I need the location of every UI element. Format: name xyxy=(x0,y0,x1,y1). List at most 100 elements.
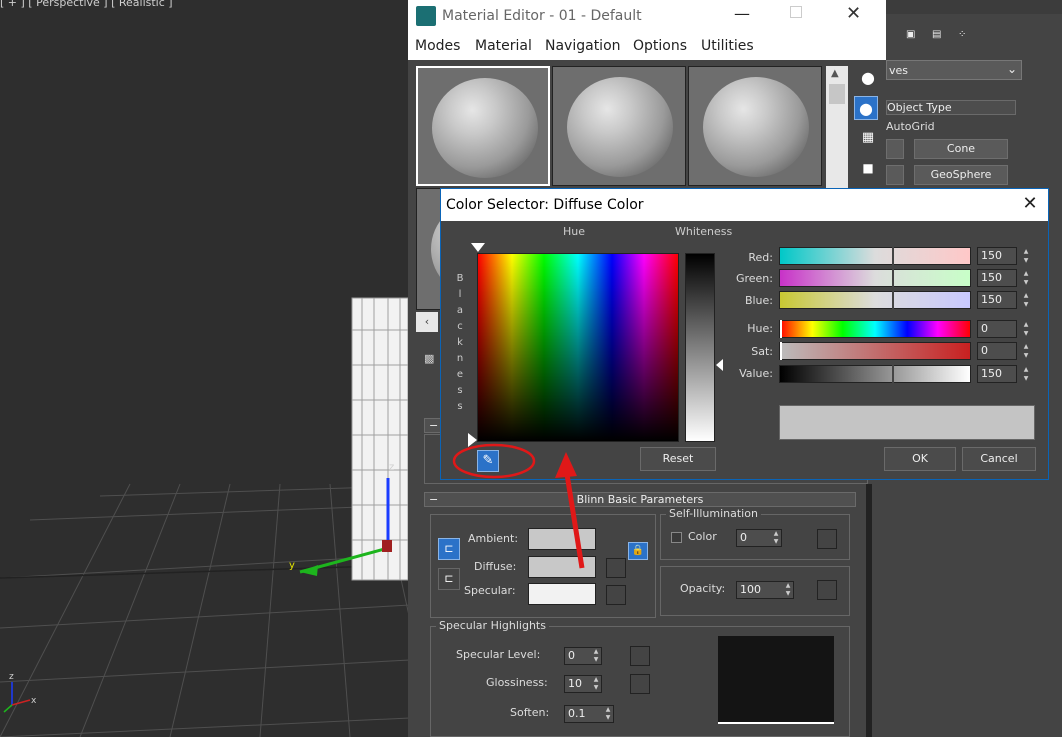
specular-level-map-button[interactable] xyxy=(630,646,650,666)
category-dropdown[interactable]: ves ⌄ xyxy=(886,60,1022,80)
spinner-arrows-icon[interactable]: ▲ ▼ xyxy=(1021,365,1031,383)
geosphere-button[interactable]: GeoSphere xyxy=(914,165,1008,185)
spinner-arrows-icon[interactable]: ▲ ▼ xyxy=(783,582,793,598)
hue-pointer-icon[interactable] xyxy=(471,243,485,252)
green-value: 150 xyxy=(981,271,1002,284)
cone-button[interactable]: Cone xyxy=(914,139,1008,159)
self-illumination-title: Self-Illumination xyxy=(666,507,761,520)
scroll-left-icon[interactable]: ‹ xyxy=(416,312,438,332)
glossiness-value: 10 xyxy=(568,677,582,690)
maximize-icon[interactable] xyxy=(790,6,802,18)
opacity-spinner[interactable]: 100 ▲ ▼ xyxy=(736,581,794,599)
value-spinner[interactable]: 150 xyxy=(977,365,1017,383)
background-checker-icon[interactable]: ▦ xyxy=(856,126,880,150)
red-spinner[interactable]: 150 xyxy=(977,247,1017,265)
menu-utilities[interactable]: Utilities xyxy=(701,38,754,54)
params-scrollbar[interactable] xyxy=(866,484,872,737)
self-illum-map-button[interactable] xyxy=(817,529,837,549)
hue-spinner[interactable]: 0 xyxy=(977,320,1017,338)
reset-button[interactable]: Reset xyxy=(640,447,716,471)
specular-color-swatch[interactable] xyxy=(528,583,596,605)
soften-spinner[interactable]: 0.1 ▲ ▼ xyxy=(564,705,614,723)
minimize-icon[interactable]: — xyxy=(734,4,750,23)
spinner-arrows-icon[interactable]: ▲ ▼ xyxy=(1021,269,1031,287)
specular-highlights-title: Specular Highlights xyxy=(436,619,549,632)
scroll-thumb[interactable] xyxy=(829,84,845,104)
hue-slider[interactable] xyxy=(779,320,971,338)
pin-stack-icon[interactable]: ▣ xyxy=(906,30,918,40)
box-button[interactable] xyxy=(886,139,904,159)
spinner-arrows-icon[interactable]: ▲ ▼ xyxy=(1021,291,1031,309)
spinner-arrows-icon[interactable]: ▲ ▼ xyxy=(591,648,601,664)
lock-icon[interactable]: 🔒 xyxy=(628,542,648,560)
sat-slider[interactable] xyxy=(779,342,971,360)
lock-diffuse-specular-icon[interactable]: ⊏ xyxy=(438,568,460,590)
spinner-arrows-icon[interactable]: ▲ ▼ xyxy=(1021,320,1031,338)
blue-slider[interactable] xyxy=(779,291,971,309)
red-slider[interactable] xyxy=(779,247,971,265)
sphere-button[interactable] xyxy=(886,165,904,185)
menu-material[interactable]: Material xyxy=(475,38,532,54)
lock-ambient-diffuse-icon[interactable]: ⊏ xyxy=(438,538,460,560)
ok-button[interactable]: OK xyxy=(884,447,956,471)
diffuse-map-button[interactable] xyxy=(606,558,626,578)
show-end-result-icon[interactable]: ▤ xyxy=(932,30,944,40)
whiteness-bar[interactable] xyxy=(685,253,715,442)
menu-navigation[interactable]: Navigation xyxy=(545,38,621,54)
opacity-map-button[interactable] xyxy=(817,580,837,600)
autogrid-label[interactable]: AutoGrid xyxy=(886,120,935,133)
menu-options[interactable]: Options xyxy=(633,38,687,54)
slider-thumb[interactable] xyxy=(892,365,894,383)
category-dropdown-value: ves xyxy=(889,64,909,77)
spinner-arrows-icon[interactable]: ▲ ▼ xyxy=(591,676,601,692)
specular-map-button[interactable] xyxy=(606,585,626,605)
menu-modes[interactable]: Modes xyxy=(415,38,460,54)
eyedropper-icon[interactable]: ✎ xyxy=(477,450,499,472)
color-selector-dialog: Color Selector: Diffuse Color ✕ Hue Whit… xyxy=(440,188,1049,480)
sample-type-icon[interactable]: ● xyxy=(856,66,880,90)
spinner-arrows-icon[interactable]: ▲ ▼ xyxy=(603,706,613,722)
material-editor-titlebar[interactable]: Material Editor - 01 - Default — ✕ xyxy=(408,0,886,34)
slider-thumb[interactable] xyxy=(892,269,894,287)
perspective-viewport[interactable]: [ + ] [ Perspective ] [ Realistic ] z y … xyxy=(0,0,410,737)
glossiness-map-button[interactable] xyxy=(630,674,650,694)
slider-thumb[interactable] xyxy=(780,320,782,338)
make-unique-icon[interactable]: ⁘ xyxy=(958,30,970,40)
self-illum-color-checkbox[interactable] xyxy=(671,532,682,543)
value-slider[interactable] xyxy=(779,365,971,383)
diffuse-color-swatch[interactable] xyxy=(528,556,596,578)
blackness-letter: n xyxy=(456,353,464,364)
glossiness-spinner[interactable]: 10 ▲ ▼ xyxy=(564,675,602,693)
blinn-basic-rollout[interactable]: − Blinn Basic Parameters xyxy=(424,492,856,507)
blackness-pointer-icon[interactable] xyxy=(468,433,477,447)
backlight-icon[interactable]: ● xyxy=(854,96,878,120)
scroll-up-icon[interactable]: ▲ xyxy=(831,68,839,79)
ambient-color-swatch[interactable] xyxy=(528,528,596,550)
slider-thumb[interactable] xyxy=(780,342,782,360)
close-icon[interactable]: ✕ xyxy=(846,3,861,24)
color-selector-titlebar[interactable]: Color Selector: Diffuse Color ✕ xyxy=(441,189,1048,221)
sample-slot-1[interactable] xyxy=(416,66,550,186)
material-map-icon[interactable]: ▩ xyxy=(424,352,434,365)
spinner-arrows-icon[interactable]: ▲ ▼ xyxy=(1021,247,1031,265)
green-slider[interactable] xyxy=(779,269,971,287)
sample-slot-3[interactable] xyxy=(688,66,822,186)
whiteness-pointer-icon[interactable] xyxy=(716,359,723,371)
spinner-arrows-icon[interactable]: ▲ ▼ xyxy=(1021,342,1031,360)
sample-uv-tiling-icon[interactable]: ■ xyxy=(856,156,880,180)
self-illum-spinner[interactable]: 0 ▲ ▼ xyxy=(736,529,782,547)
close-icon[interactable]: ✕ xyxy=(1019,193,1041,215)
spinner-arrows-icon[interactable]: ▲ ▼ xyxy=(771,530,781,546)
cancel-button[interactable]: Cancel xyxy=(962,447,1036,471)
sat-spinner[interactable]: 0 xyxy=(977,342,1017,360)
hue-blackness-field[interactable] xyxy=(477,253,679,442)
whiteness-label: Whiteness xyxy=(675,225,733,238)
specular-level-spinner[interactable]: 0 ▲ ▼ xyxy=(564,647,602,665)
opacity-value: 100 xyxy=(740,583,761,596)
green-spinner[interactable]: 150 xyxy=(977,269,1017,287)
slider-thumb[interactable] xyxy=(892,291,894,309)
blue-spinner[interactable]: 150 xyxy=(977,291,1017,309)
sample-slot-2[interactable] xyxy=(552,66,686,186)
slider-thumb[interactable] xyxy=(892,247,894,265)
object-type-rollout[interactable]: Object Type xyxy=(886,100,1016,115)
